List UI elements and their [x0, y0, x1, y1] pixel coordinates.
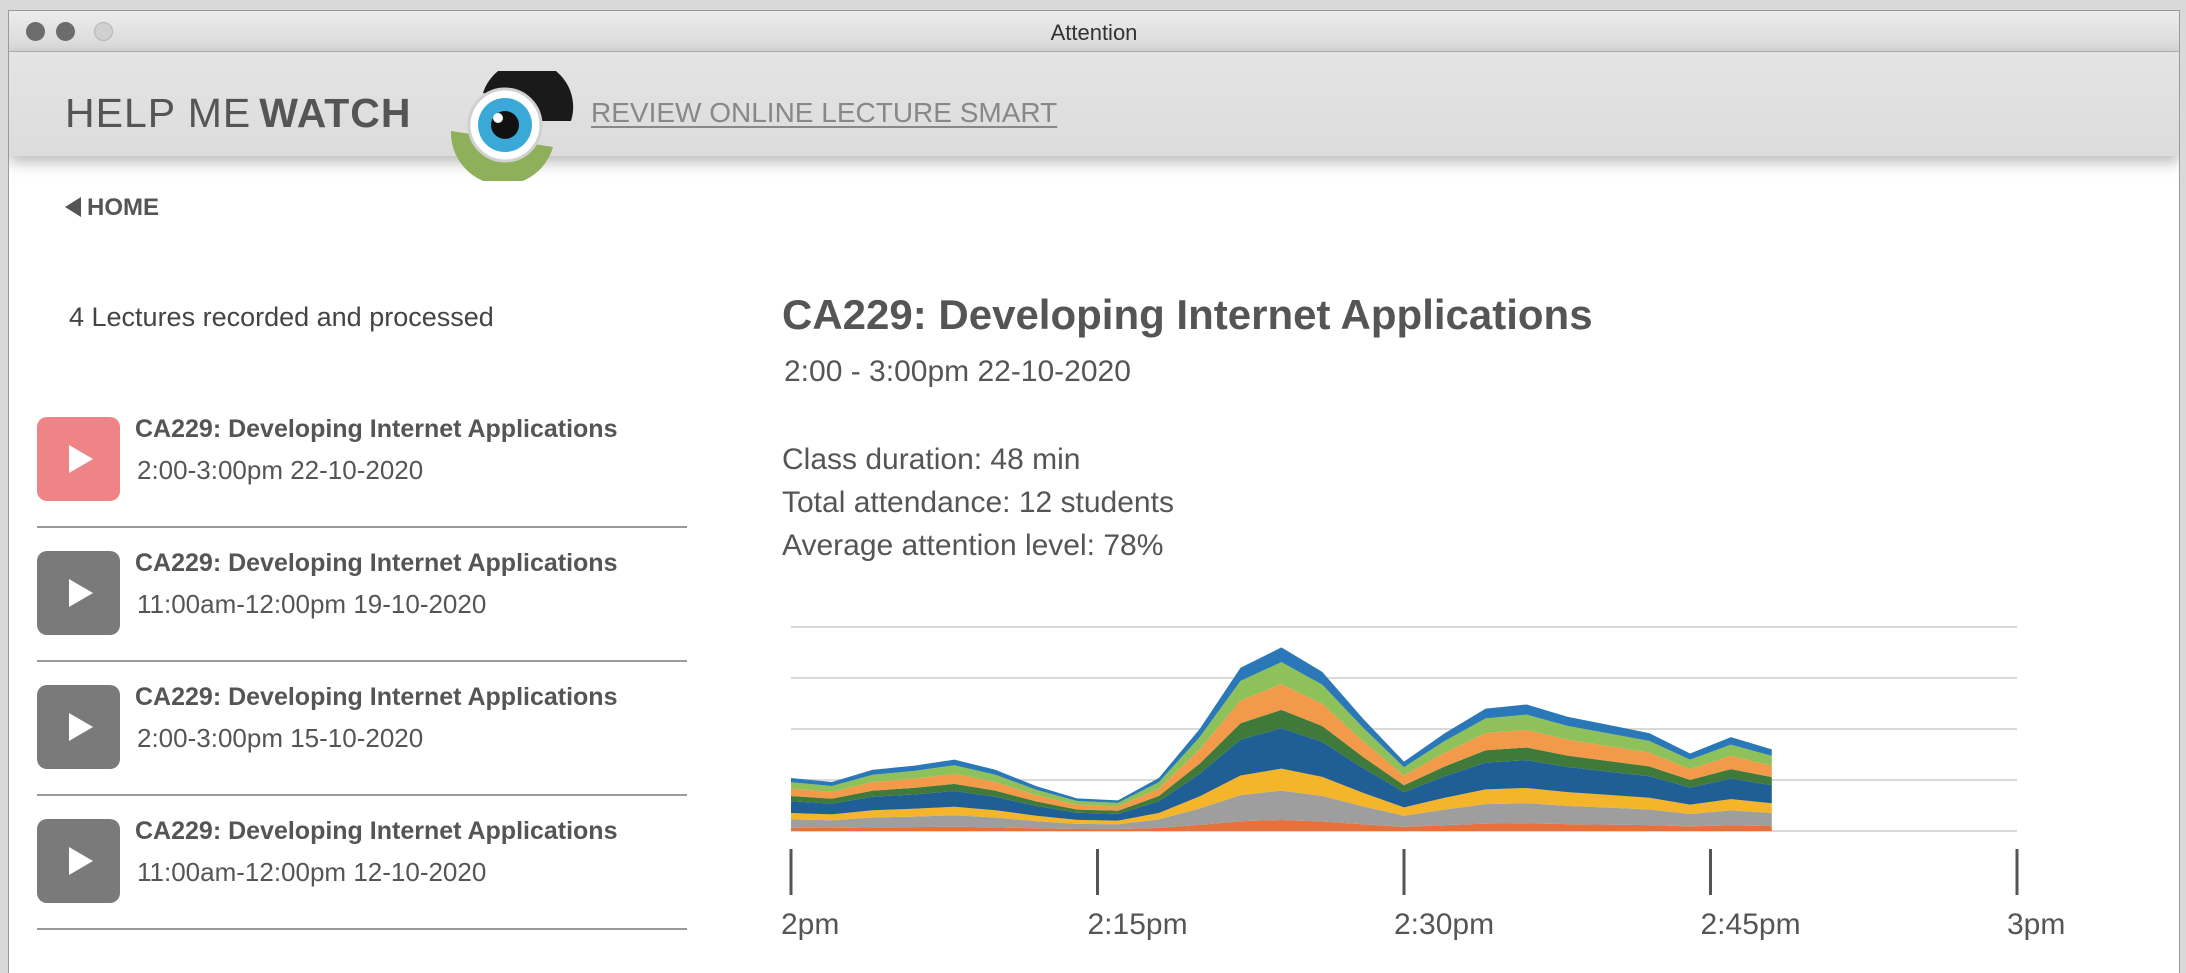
lecture-item[interactable]: CA229: Developing Internet Applications …	[37, 396, 687, 528]
class-duration: Class duration: 48 min	[782, 443, 1081, 476]
lecture-item[interactable]: CA229: Developing Internet Applications …	[37, 798, 687, 930]
x-axis-tick-label: 2pm	[781, 908, 839, 941]
window-title: Attention	[1050, 20, 1138, 45]
lecture-detail-time: 2:00 - 3:00pm 22-10-2020	[784, 355, 1131, 388]
x-axis-tick-label: 2:30pm	[1394, 908, 1494, 941]
app-window: Attention HELP ME WATCH REVIEW ONLINE LEC…	[8, 10, 2180, 973]
lecture-time: 2:00-3:00pm 15-10-2020	[137, 723, 424, 753]
eye-icon	[450, 71, 574, 181]
lecture-title: CA229: Developing Internet Applications	[135, 817, 618, 845]
brand-logo-text[interactable]: HELP ME WATCH	[65, 90, 412, 137]
lecture-title: CA229: Developing Internet Applications	[135, 415, 618, 443]
play-button[interactable]	[37, 551, 120, 635]
brand-bold: WATCH	[259, 90, 412, 136]
play-icon	[69, 445, 93, 473]
lecture-item[interactable]: CA229: Developing Internet Applications …	[37, 530, 687, 662]
tagline-link[interactable]: REVIEW ONLINE LECTURE SMART	[591, 97, 1057, 129]
play-icon	[69, 847, 93, 875]
play-icon	[69, 579, 93, 607]
x-axis-tick-label: 2:45pm	[1701, 908, 1801, 941]
total-attendance: Total attendance: 12 students	[782, 486, 1174, 519]
play-button[interactable]	[37, 417, 120, 501]
title-bar: Attention	[9, 11, 2179, 52]
home-label: HOME	[87, 194, 159, 221]
lecture-list: CA229: Developing Internet Applications …	[37, 396, 687, 932]
play-button[interactable]	[37, 685, 120, 769]
back-arrow-icon	[65, 197, 81, 217]
lecture-time: 2:00-3:00pm 22-10-2020	[137, 455, 424, 485]
lecture-title: CA229: Developing Internet Applications	[135, 683, 618, 711]
attention-chart: 2pm 2:15pm 2:30pm 2:45pm 3pm	[781, 626, 2065, 941]
app-header: HELP ME WATCH REVIEW ONLINE LECTURE SMART	[9, 52, 2179, 181]
lecture-time: 11:00am-12:00pm 12-10-2020	[137, 857, 487, 887]
play-icon	[69, 713, 93, 741]
play-button[interactable]	[37, 819, 120, 903]
lecture-count: 4 Lectures recorded and processed	[69, 302, 494, 332]
lecture-item[interactable]: CA229: Developing Internet Applications …	[37, 664, 687, 796]
x-axis-tick-label: 2:15pm	[1088, 908, 1188, 941]
lecture-detail-title: CA229: Developing Internet Applications	[782, 291, 1593, 338]
average-attention: Average attention level: 78%	[782, 529, 1164, 562]
brand-light: HELP ME	[65, 90, 252, 136]
home-link[interactable]: HOME	[65, 194, 159, 222]
x-axis-tick-label: 3pm	[2007, 908, 2065, 941]
lecture-time: 11:00am-12:00pm 19-10-2020	[137, 589, 487, 619]
lecture-title: CA229: Developing Internet Applications	[135, 549, 618, 577]
